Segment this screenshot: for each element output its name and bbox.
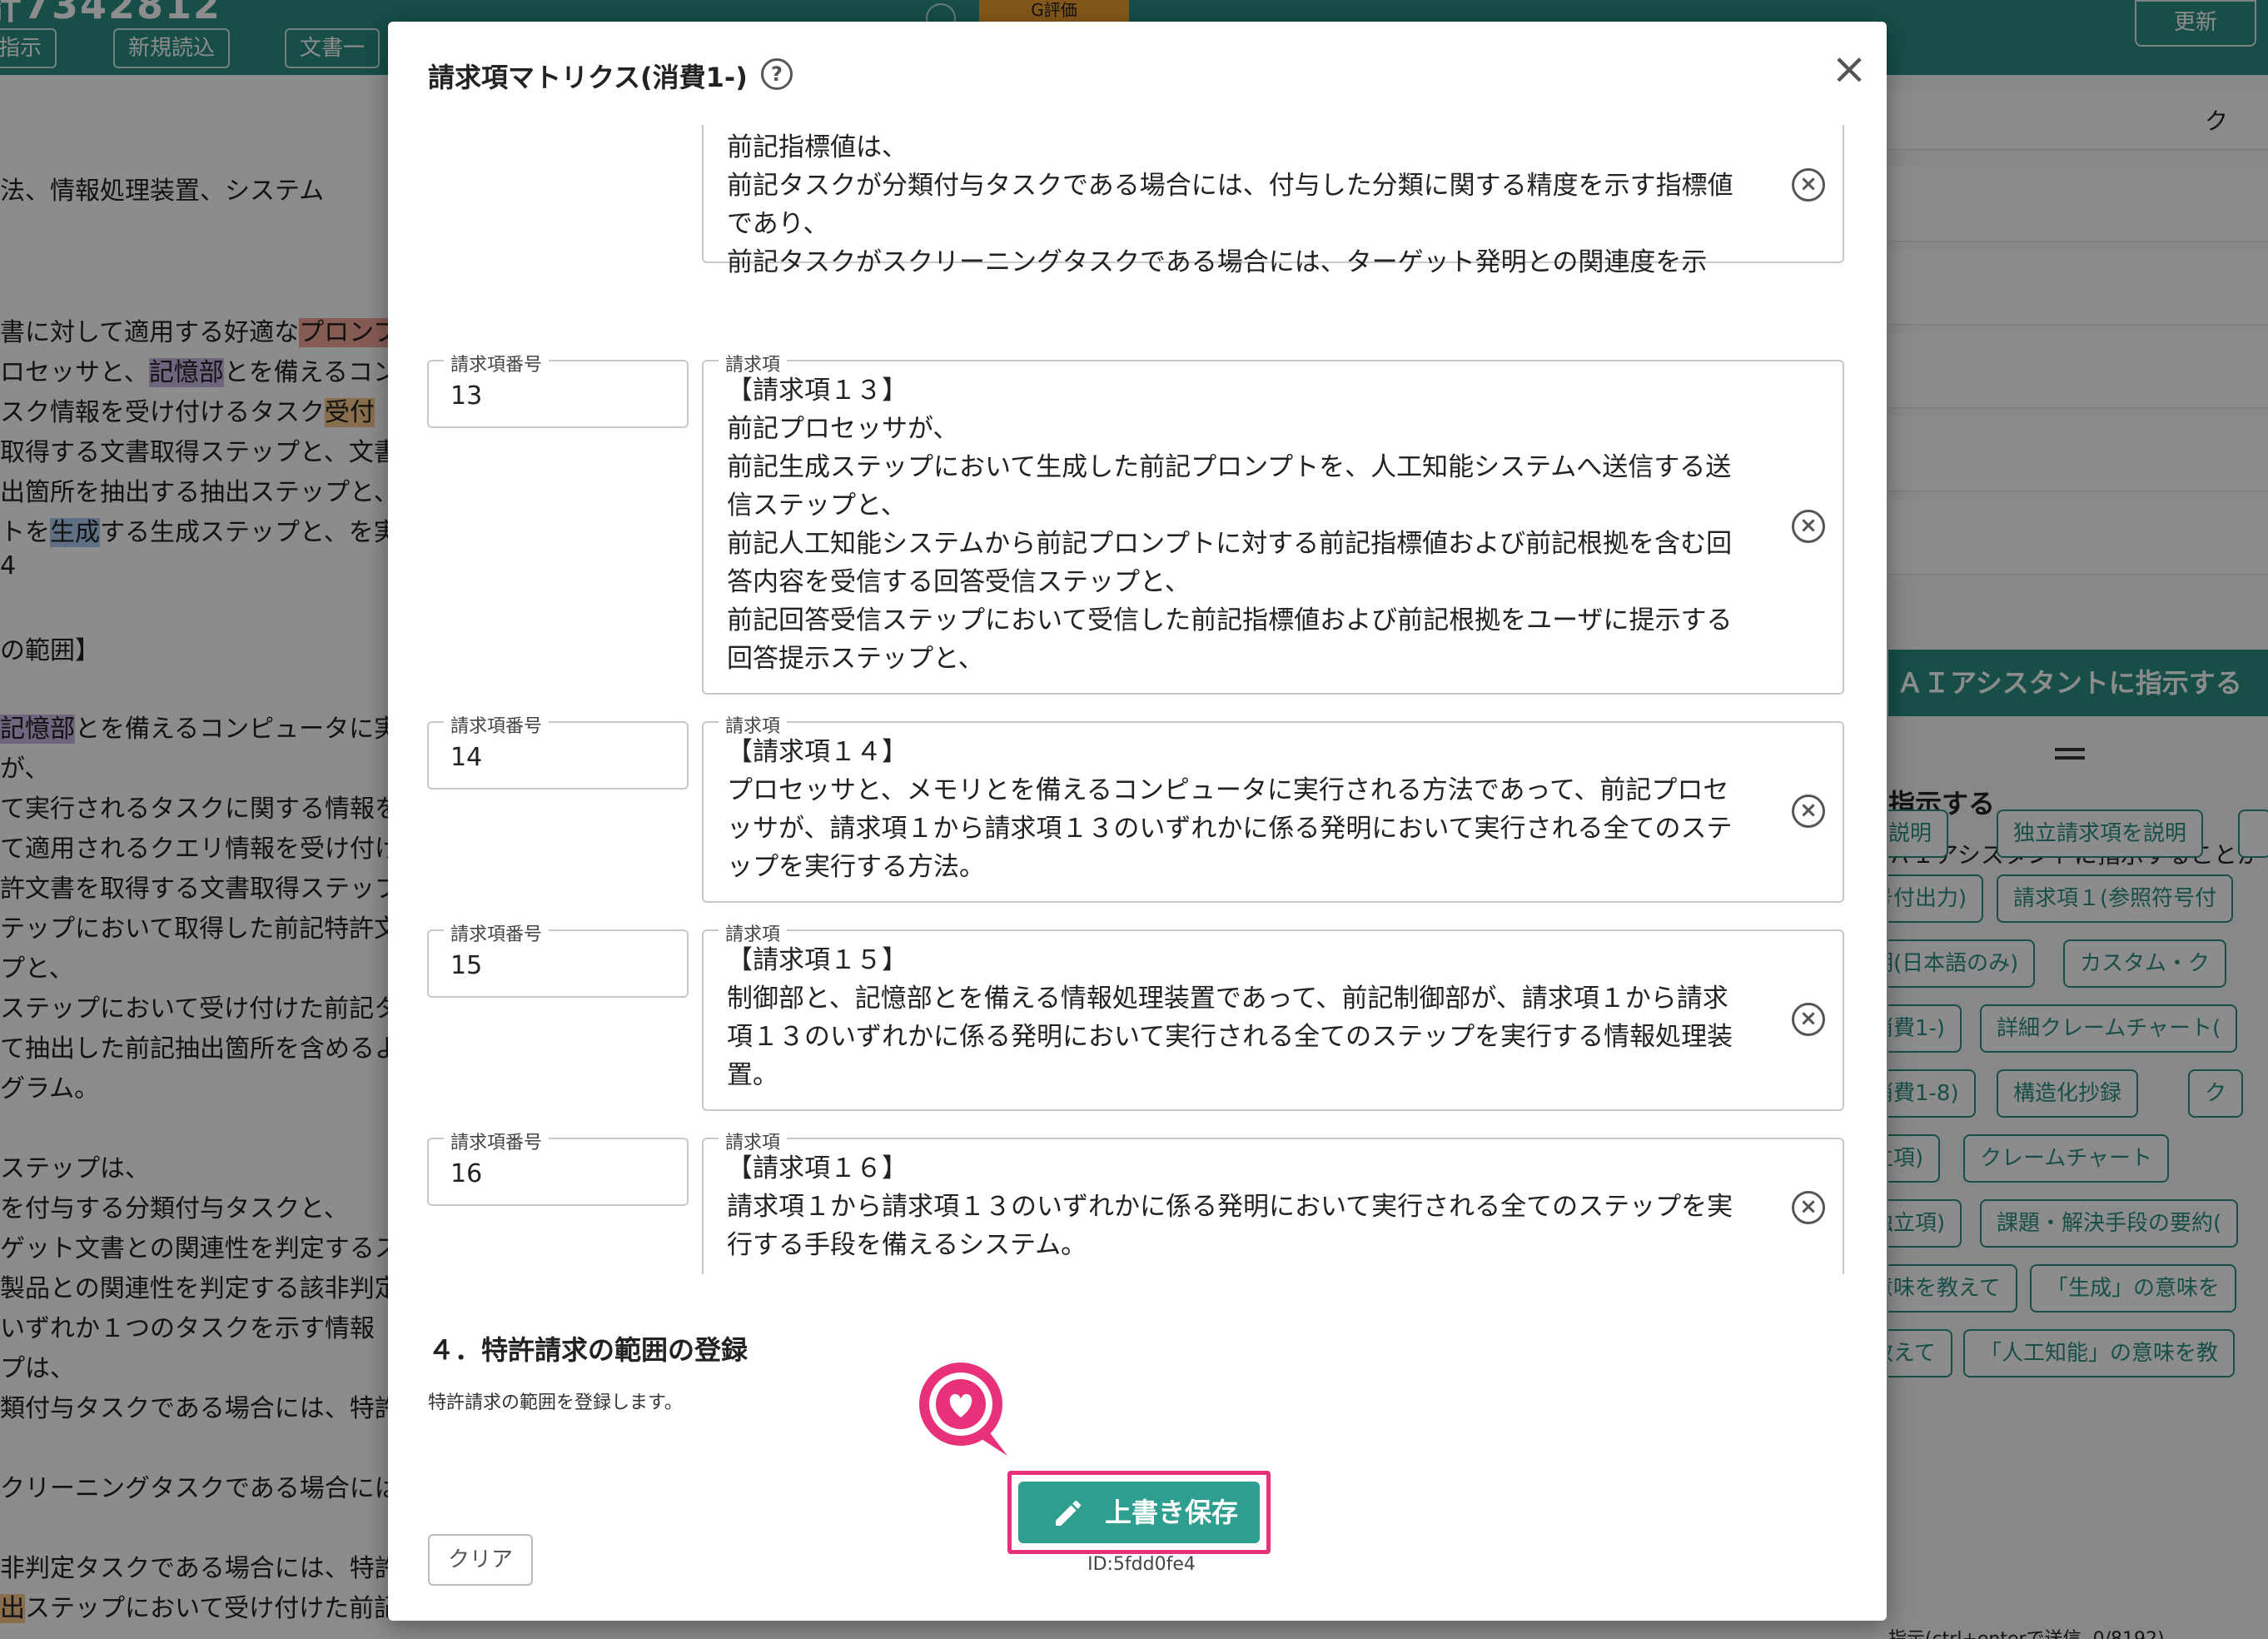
claim-number-legend: 請求項番号 bbox=[444, 711, 550, 738]
close-icon[interactable]: × bbox=[1828, 47, 1870, 92]
claim-number-field[interactable]: 請求項番号 13 bbox=[427, 350, 689, 428]
claim-text: タスクを生成するステップであり、 前記指標値は、 前記タスクが分類付与タスクであ… bbox=[727, 132, 1733, 277]
claim-text: 【請求項１６】 請求項１から請求項１３のいずれかに係る発明において実行される全て… bbox=[727, 1153, 1733, 1260]
section-title: ４．特許請求の範囲の登録 bbox=[428, 1334, 749, 1366]
remove-icon[interactable]: × bbox=[1792, 168, 1825, 202]
claim-number-value: 16 bbox=[450, 1159, 483, 1188]
claim-number-value: 13 bbox=[450, 381, 483, 411]
remove-icon[interactable]: × bbox=[1792, 1003, 1825, 1036]
save-button-label: 上書き保存 bbox=[1105, 1497, 1239, 1528]
claim-number-field[interactable]: 請求項番号 14 bbox=[427, 711, 689, 790]
claim-text: 【請求項１５】 制御部と、記憶部とを備える情報処理装置であって、前記制御部が、請… bbox=[727, 945, 1733, 1090]
claims-list[interactable]: タスクを生成するステップであり、 前記指標値は、 前記タスクが分類付与タスクであ… bbox=[388, 125, 1887, 1274]
section-description: 特許請求の範囲を登録します。 bbox=[428, 1392, 683, 1413]
claim-text-field[interactable]: 請求項 【請求項１５】 制御部と、記憶部とを備える情報処理装置であって、前記制御… bbox=[702, 919, 1844, 1111]
claim-text: 【請求項１３】 前記プロセッサが、 前記生成ステップにおいて生成した前記プロンプ… bbox=[727, 376, 1733, 674]
claim-matrix-dialog: 請求項マトリクス(消費1-) ? × タスクを生成するステップであり、 前記指標… bbox=[388, 22, 1887, 1621]
claim-text-field[interactable]: 請求項 【請求項１３】 前記プロセッサが、 前記生成ステップにおいて生成した前記… bbox=[702, 350, 1844, 695]
overwrite-save-button[interactable]: 上書き保存 bbox=[1018, 1482, 1260, 1543]
dialog-title: 請求項マトリクス(消費1-) bbox=[428, 62, 748, 93]
save-button-highlight: 上書き保存 bbox=[1007, 1471, 1271, 1554]
claim-number-field[interactable]: 請求項番号 16 bbox=[427, 1128, 689, 1206]
claim-number-legend: 請求項番号 bbox=[444, 350, 550, 376]
claim-text: 【請求項１４】 プロセッサと、メモリとを備えるコンピュータに実行される方法であっ… bbox=[727, 737, 1733, 882]
claim-number-legend: 請求項番号 bbox=[444, 919, 550, 946]
claim-number-value: 15 bbox=[450, 951, 483, 980]
clear-button[interactable]: クリア bbox=[428, 1534, 533, 1586]
help-icon[interactable]: ? bbox=[761, 58, 793, 90]
pencil-icon bbox=[1056, 1500, 1082, 1526]
remove-icon[interactable]: × bbox=[1792, 510, 1825, 543]
claim-number-value: 14 bbox=[450, 743, 483, 772]
remove-icon[interactable]: × bbox=[1792, 795, 1825, 828]
record-id: ID:5fdd0fe4 bbox=[1087, 1554, 1196, 1575]
remove-icon[interactable]: × bbox=[1792, 1191, 1825, 1224]
claim-text-field[interactable]: 請求項 【請求項１４】 プロセッサと、メモリとを備えるコンピュータに実行される方… bbox=[702, 711, 1844, 903]
claim-text-field[interactable]: 請求項 【請求項１６】 請求項１から請求項１３のいずれかに係る発明において実行さ… bbox=[702, 1128, 1844, 1274]
claim-text-field[interactable]: タスクを生成するステップであり、 前記指標値は、 前記タスクが分類付与タスクであ… bbox=[702, 125, 1844, 277]
heart-pin-icon bbox=[919, 1363, 1007, 1456]
claim-number-field[interactable]: 請求項番号 15 bbox=[427, 919, 689, 998]
claim-number-legend: 請求項番号 bbox=[444, 1128, 550, 1154]
